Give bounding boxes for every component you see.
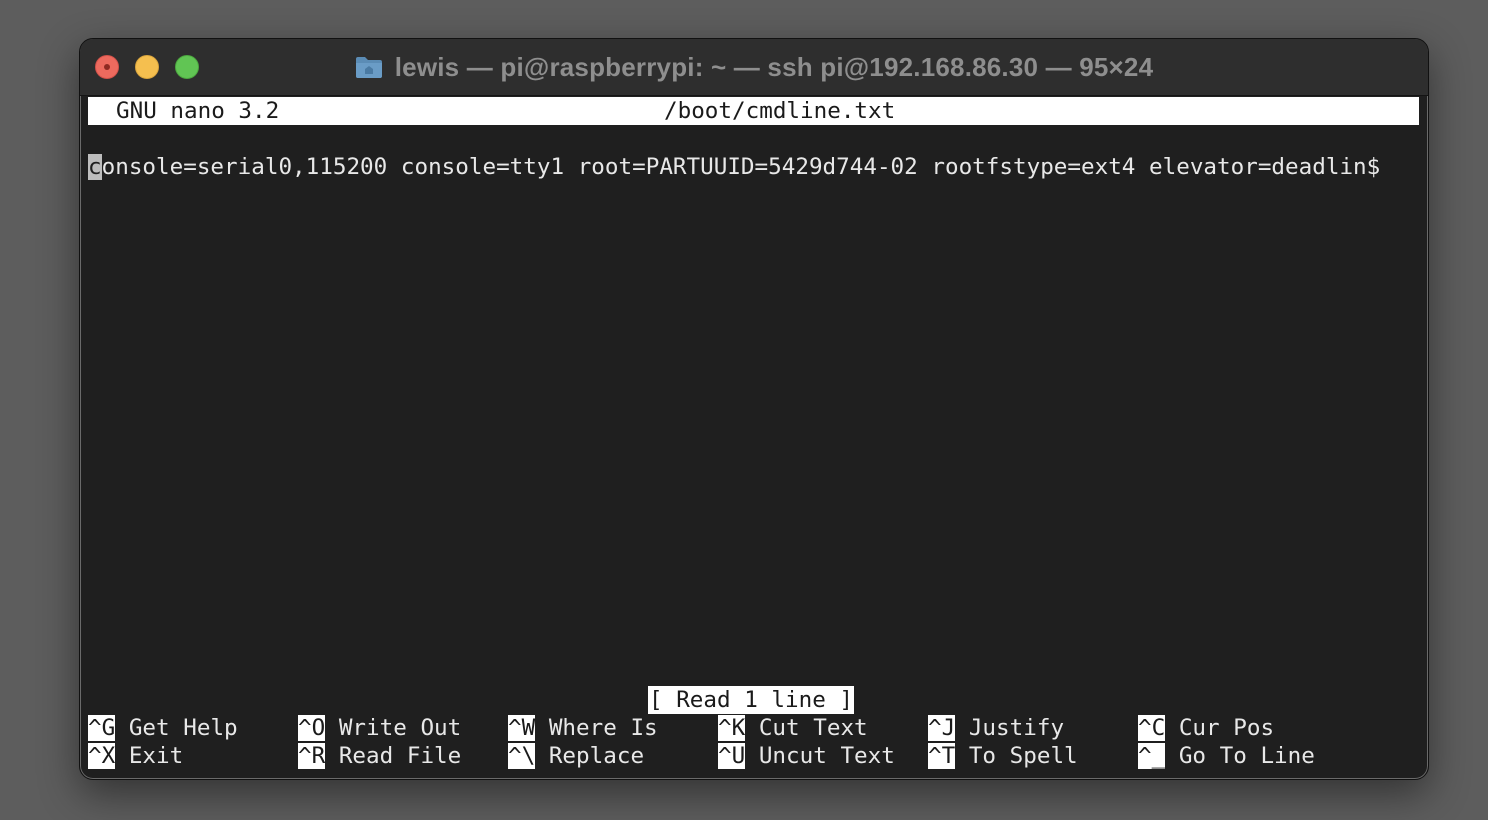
file-content-text: onsole=serial0,115200 console=tty1 root=… [101,154,1381,180]
shortcut-key: ^\ [508,743,536,769]
shortcut-label: Exit [128,743,184,769]
shortcut-label: Get Help [128,715,238,741]
shortcut-justify[interactable]: ^J Justify [928,714,1064,742]
shortcut-key: ^U [718,743,746,769]
shortcut-label: Uncut Text [758,743,895,769]
window-title-group: lewis — pi@raspberrypi: ~ — ssh pi@192.1… [80,39,1428,95]
shortcut-key: ^X [88,743,116,769]
window-title: lewis — pi@raspberrypi: ~ — ssh pi@192.1… [394,51,1154,82]
shortcut-key: ^R [298,743,326,769]
title-bar[interactable]: lewis — pi@raspberrypi: ~ — ssh pi@192.1… [80,39,1428,96]
shortcut-key: ^J [928,715,956,741]
shortcut-key: ^C [1138,715,1166,741]
shortcut-key: ^T [928,743,956,769]
shortcut-label: Go To Line [1178,743,1315,769]
shortcut-key: ^O [298,715,326,741]
shortcut-exit[interactable]: ^X Exit [88,742,183,770]
shortcut-to-spell[interactable]: ^T To Spell [928,742,1078,770]
shortcut-go-to-line[interactable]: ^_ Go To Line [1138,742,1315,770]
shortcut-key: ^_ [1138,743,1166,769]
nano-filename: /boot/cmdline.txt [664,98,896,124]
shortcut-label: Write Out [338,715,462,741]
text-cursor: c [88,154,102,180]
shortcut-label: Where Is [548,715,658,741]
nano-version: GNU nano 3.2 [116,98,280,124]
shortcut-cut-text[interactable]: ^K Cut Text [718,714,868,742]
terminal-window: lewis — pi@raspberrypi: ~ — ssh pi@192.1… [79,38,1429,780]
shortcut-label: Cur Pos [1178,715,1275,741]
shortcut-where-is[interactable]: ^W Where Is [508,714,658,742]
shortcut-key: ^W [508,715,536,741]
status-message: [ Read 1 line ] [648,686,855,714]
shortcut-label: Justify [968,715,1065,741]
shortcut-write-out[interactable]: ^O Write Out [298,714,461,742]
shortcut-get-help[interactable]: ^G Get Help [88,714,238,742]
shortcut-key: ^K [718,715,746,741]
folder-icon [355,55,383,79]
nano-header-bar: GNU nano 3.2 /boot/cmdline.txt [88,97,1419,125]
shortcut-label: Read File [338,743,462,769]
shortcut-key: ^G [88,715,116,741]
file-content-line[interactable]: console=serial0,115200 console=tty1 root… [88,153,1380,181]
shortcut-replace[interactable]: ^\ Replace [508,742,644,770]
shortcut-read-file[interactable]: ^R Read File [298,742,461,770]
shortcut-label: Cut Text [758,715,868,741]
terminal-content[interactable]: GNU nano 3.2 /boot/cmdline.txt console=s… [88,97,1420,773]
shortcut-label: To Spell [968,743,1078,769]
shortcut-label: Replace [548,743,645,769]
shortcut-cur-pos[interactable]: ^C Cur Pos [1138,714,1274,742]
shortcut-uncut-text[interactable]: ^U Uncut Text [718,742,895,770]
